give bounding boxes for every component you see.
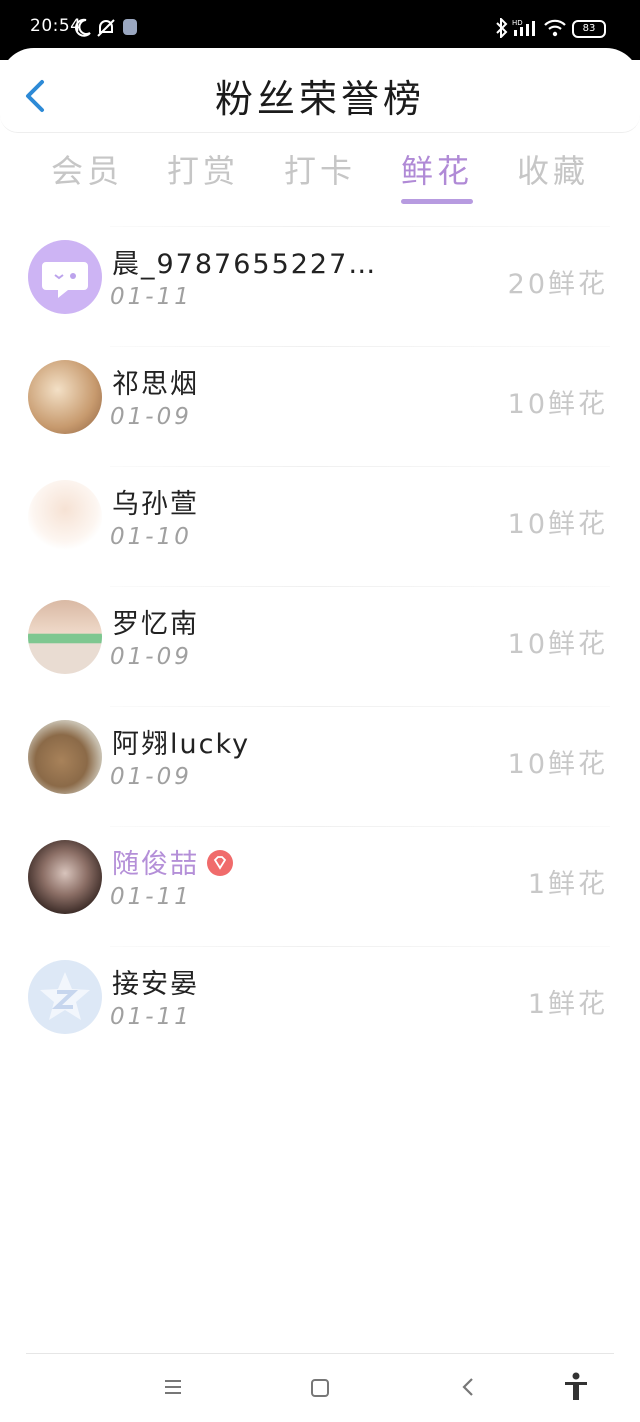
bluetooth-icon	[496, 18, 508, 38]
muted-bell-icon	[97, 19, 115, 37]
cellular-signal-icon: HD	[512, 19, 535, 36]
flower-amount: 1鲜花	[527, 869, 608, 900]
battery-icon: 83	[572, 20, 606, 38]
fan-ranking-list: 晨_9787655227… 01-11 20鲜花 祁思烟 01-09 10鲜花 …	[0, 226, 640, 1066]
list-item[interactable]: 乌孙萱 01-10 10鲜花	[0, 466, 640, 586]
avatar	[28, 240, 102, 314]
divider	[110, 226, 610, 227]
flower-amount: 10鲜花	[507, 509, 608, 540]
vip-diamond-icon	[207, 849, 233, 876]
chat-bubble-avatar-icon	[42, 262, 88, 298]
app-notification-icon	[123, 19, 137, 35]
flower-amount: 20鲜花	[507, 269, 608, 300]
list-item[interactable]: 阿翙lucky 01-09 10鲜花	[0, 706, 640, 826]
system-nav-bar	[0, 1356, 640, 1422]
fan-name: 随俊喆	[112, 849, 199, 880]
tab-favorites[interactable]: 收藏	[503, 146, 603, 192]
tab-checkin[interactable]: 打卡	[270, 146, 370, 192]
list-item[interactable]: 晨_9787655227… 01-11 20鲜花	[0, 226, 640, 346]
star-z-avatar-icon	[40, 972, 90, 1020]
tab-members[interactable]: 会员	[37, 146, 137, 192]
nav-divider	[26, 1353, 614, 1354]
fan-date: 01-09	[110, 404, 192, 430]
fan-date: 01-11	[110, 1004, 192, 1030]
flower-amount: 10鲜花	[507, 749, 608, 780]
accessibility-icon[interactable]	[562, 1372, 590, 1402]
fan-name: 祁思烟	[112, 369, 199, 400]
flower-amount: 1鲜花	[527, 989, 608, 1020]
fan-date: 01-09	[110, 764, 192, 790]
do-not-disturb-moon-icon	[75, 18, 91, 37]
flower-amount: 10鲜花	[507, 389, 608, 420]
home-square-icon[interactable]	[310, 1378, 330, 1398]
tab-bar: 会员 打赏 打卡 鲜花 收藏	[0, 140, 640, 206]
fan-date: 01-09	[110, 644, 192, 670]
tab-flowers[interactable]: 鲜花	[387, 146, 487, 192]
divider	[110, 466, 610, 467]
fan-name: 晨_9787655227…	[112, 249, 378, 280]
fan-name: 罗忆南	[112, 609, 199, 640]
avatar	[28, 720, 102, 794]
battery-level: 83	[582, 23, 596, 34]
avatar	[28, 480, 102, 554]
list-item[interactable]: 祁思烟 01-09 10鲜花	[0, 346, 640, 466]
svg-text:HD: HD	[512, 19, 523, 27]
fan-name: 接安晏	[112, 969, 199, 1000]
avatar	[28, 840, 102, 914]
flower-amount: 10鲜花	[507, 629, 608, 660]
divider	[110, 706, 610, 707]
divider	[110, 946, 610, 947]
page-header: 粉丝荣誉榜	[0, 48, 640, 133]
page-title: 粉丝荣誉榜	[214, 77, 425, 121]
active-tab-indicator	[401, 199, 473, 204]
fan-date: 01-11	[110, 884, 192, 910]
fan-name-row: 随俊喆	[112, 842, 233, 881]
avatar	[28, 360, 102, 434]
menu-icon[interactable]	[163, 1378, 183, 1396]
fan-name: 阿翙lucky	[112, 729, 251, 760]
avatar	[28, 600, 102, 674]
divider	[110, 826, 610, 827]
fan-date: 01-10	[110, 524, 192, 550]
fan-date: 01-11	[110, 284, 192, 310]
divider	[110, 586, 610, 587]
back-chevron-icon[interactable]	[460, 1376, 476, 1398]
fan-name: 乌孙萱	[112, 489, 199, 520]
tab-tips[interactable]: 打赏	[153, 146, 253, 192]
wifi-icon	[544, 19, 566, 37]
divider	[110, 346, 610, 347]
list-item[interactable]: 接安晏 01-11 1鲜花	[0, 946, 640, 1066]
avatar	[28, 960, 102, 1034]
list-item[interactable]: 随俊喆 01-11 1鲜花	[0, 826, 640, 946]
list-item[interactable]: 罗忆南 01-09 10鲜花	[0, 586, 640, 706]
